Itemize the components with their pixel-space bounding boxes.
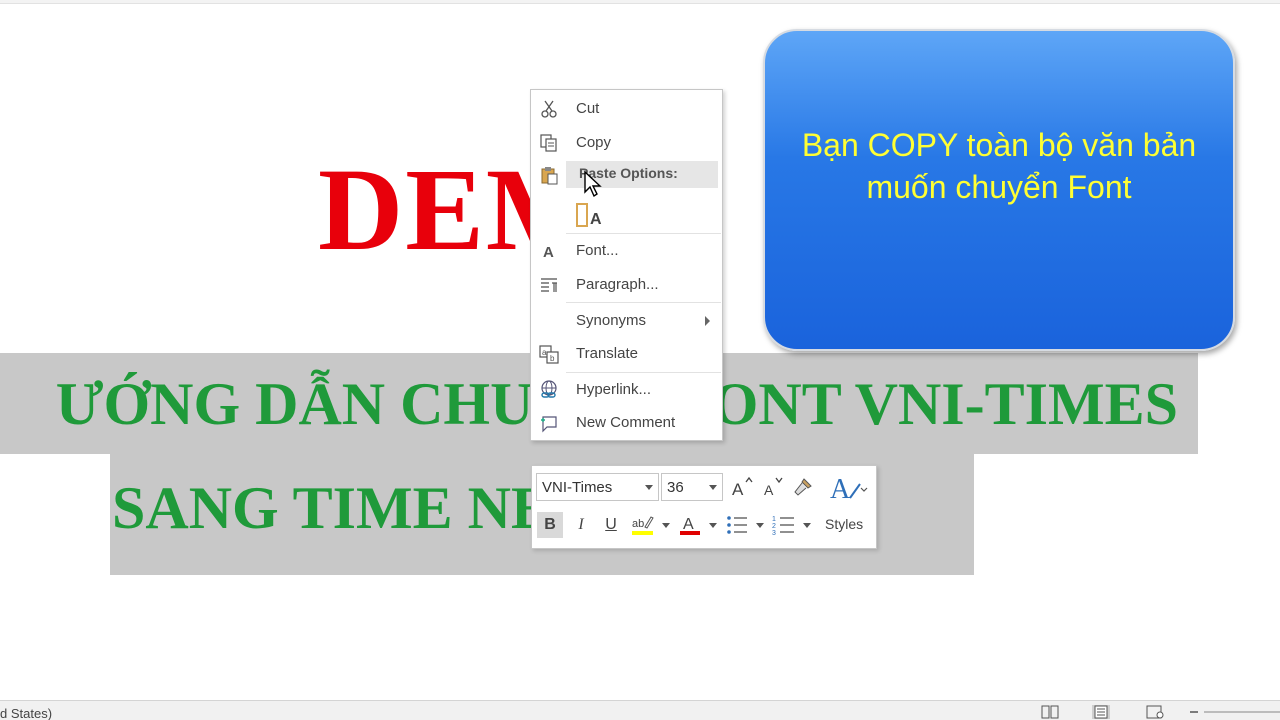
- menu-item-label: Translate: [576, 345, 638, 362]
- svg-text:a: a: [542, 348, 547, 357]
- menu-item-hyperlink[interactable]: Hyperlink...: [531, 375, 722, 405]
- chevron-down-icon: [709, 485, 717, 490]
- grow-font-icon: A: [732, 476, 753, 498]
- font-name-dropdown[interactable]: VNI-Times: [536, 473, 659, 501]
- chevron-down-icon[interactable]: [709, 523, 717, 528]
- bullet-list-icon: [727, 516, 747, 534]
- context-menu: Cut Copy Paste Options: A A Font... Para…: [530, 89, 723, 441]
- menu-item-label: Hyperlink...: [576, 381, 652, 398]
- menu-separator: [566, 372, 721, 373]
- font-icon: A: [543, 244, 554, 261]
- print-layout-icon[interactable]: [1092, 705, 1110, 719]
- copy-icon: [540, 134, 557, 152]
- grow-font-button[interactable]: A: [729, 474, 755, 500]
- menu-item-cut[interactable]: Cut: [531, 94, 722, 124]
- svg-text:A: A: [683, 516, 694, 533]
- highlight-button[interactable]: ab: [630, 512, 656, 538]
- font-size-value: 36: [667, 479, 684, 496]
- ribbon-edge: [0, 0, 1280, 4]
- link-icon: [541, 380, 557, 398]
- submenu-arrow-icon: [705, 316, 710, 326]
- svg-text:3: 3: [772, 530, 776, 537]
- font-color-button[interactable]: A: [677, 512, 703, 538]
- callout-text: Bạn COPY toàn bộ văn bản muốn chuyển Fon…: [801, 127, 1197, 205]
- menu-item-translate[interactable]: ab Translate: [531, 339, 722, 369]
- zoom-slider[interactable]: [1186, 705, 1280, 719]
- menu-separator: [566, 233, 721, 234]
- chevron-down-icon[interactable]: [803, 523, 811, 528]
- menu-item-paragraph[interactable]: Paragraph...: [531, 270, 722, 300]
- numbering-button[interactable]: 123: [771, 512, 797, 538]
- svg-text:A: A: [732, 480, 744, 498]
- menu-item-label: Paragraph...: [576, 276, 659, 293]
- svg-text:1: 1: [772, 516, 776, 523]
- clipboard-icon: [541, 167, 558, 185]
- menu-item-label: Copy: [576, 134, 612, 151]
- svg-text:b: b: [550, 354, 555, 363]
- svg-text:A: A: [590, 211, 602, 228]
- italic-button[interactable]: I: [568, 512, 594, 538]
- menu-item-new-comment[interactable]: New Comment: [531, 408, 722, 438]
- menu-separator: [566, 302, 721, 303]
- svg-text:A: A: [830, 474, 851, 504]
- menu-item-synonyms[interactable]: Synonyms: [531, 306, 722, 336]
- menu-item-label: Cut: [576, 100, 600, 117]
- chevron-down-icon: [645, 485, 653, 490]
- chevron-down-icon[interactable]: [662, 523, 670, 528]
- paste-keep-text-icon[interactable]: A: [576, 200, 604, 228]
- styles-gallery-button[interactable]: A: [828, 472, 868, 504]
- font-name-value: VNI-Times: [542, 479, 613, 496]
- read-mode-icon[interactable]: [1041, 705, 1059, 719]
- menu-item-label: Font...: [576, 242, 619, 259]
- format-painter-button[interactable]: [790, 474, 816, 500]
- menu-item-copy[interactable]: Copy: [531, 128, 722, 158]
- font-size-dropdown[interactable]: 36: [661, 473, 723, 501]
- menu-item-label: Synonyms: [576, 312, 647, 329]
- chevron-down-icon[interactable]: [756, 523, 764, 528]
- menu-item-label: New Comment: [576, 414, 676, 431]
- shrink-font-icon: A: [764, 477, 783, 498]
- font-color-icon: A: [680, 516, 700, 535]
- numbered-list-icon: 123: [772, 516, 794, 537]
- translate-icon: ab: [539, 345, 559, 364]
- status-bar: d States): [0, 700, 1280, 720]
- svg-text:2: 2: [772, 523, 776, 530]
- comment-icon: [541, 416, 557, 433]
- svg-text:A: A: [543, 244, 554, 261]
- web-layout-icon[interactable]: [1146, 705, 1164, 719]
- mouse-cursor-icon: [584, 170, 602, 198]
- scissors-icon: [541, 100, 557, 118]
- svg-text:A: A: [764, 482, 774, 498]
- highlighter-icon: ab: [632, 516, 654, 535]
- styles-icon: A: [830, 474, 868, 504]
- mini-toolbar: VNI-Times 36 A A A B I U ab A 1 2 3 Styl…: [531, 465, 877, 549]
- menu-item-font[interactable]: A Font...: [531, 236, 722, 266]
- bullets-button[interactable]: [724, 512, 750, 538]
- instruction-callout: Bạn COPY toàn bộ văn bản muốn chuyển Fon…: [763, 29, 1235, 351]
- shrink-font-button[interactable]: A: [760, 474, 786, 500]
- paragraph-icon: [541, 278, 557, 292]
- bold-button[interactable]: B: [537, 512, 563, 538]
- styles-label: Styles: [825, 516, 864, 532]
- language-status[interactable]: d States): [0, 706, 52, 720]
- underline-button[interactable]: U: [598, 512, 624, 538]
- word-window: DEMO ƯỚNG DẪN CHUYỂN FONT VNI-TIMES SANG…: [0, 0, 1280, 720]
- format-painter-icon: [794, 478, 812, 496]
- svg-text:ab: ab: [632, 518, 644, 530]
